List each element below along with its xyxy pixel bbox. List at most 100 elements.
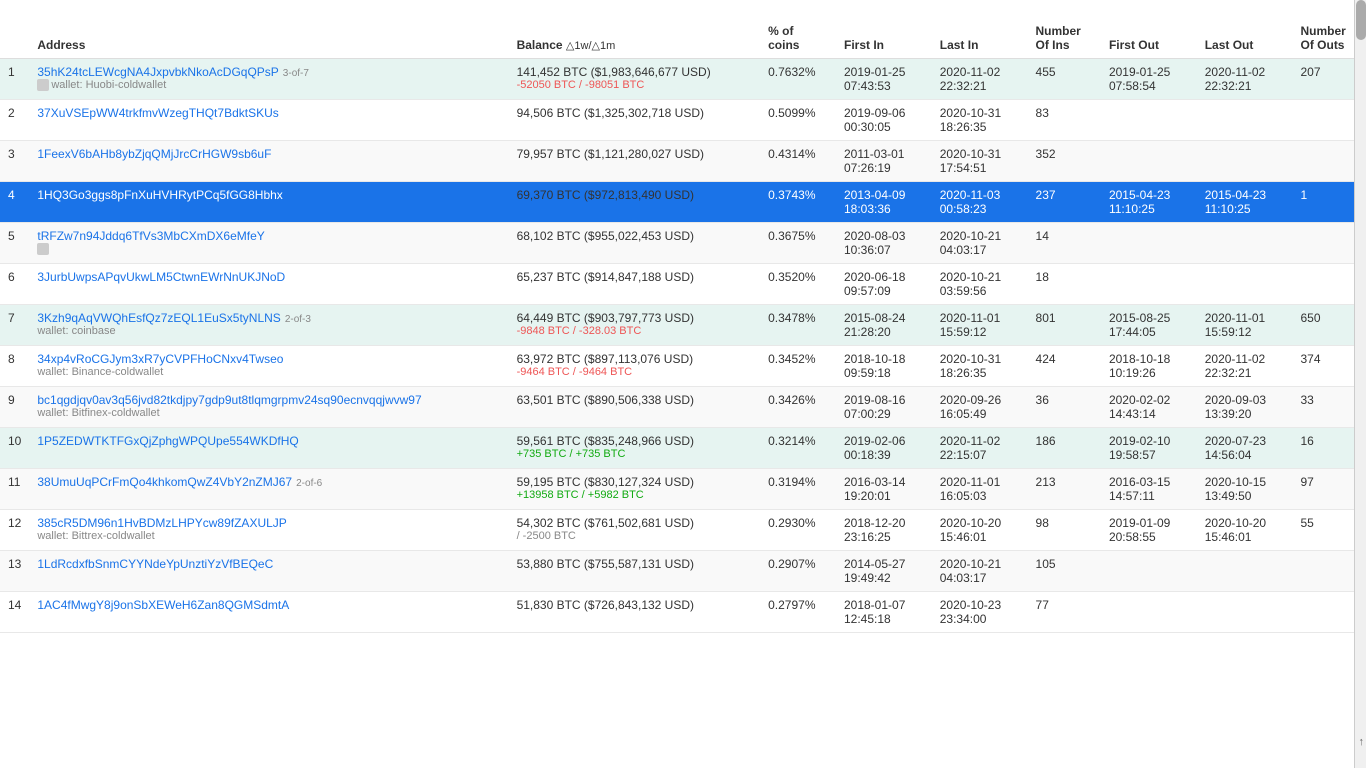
- first-out-cell: [1101, 223, 1197, 264]
- first-in-cell: 2019-02-0600:18:39: [836, 428, 932, 469]
- balance-change: -9848 BTC / -328.03 BTC: [517, 325, 753, 337]
- richest-addresses-table: Address Balance △1w/△1m % ofcoins First …: [0, 18, 1366, 633]
- address-link[interactable]: 3JurbUwpsAPqvUkwLM5CtwnEWrNnUKJNoD: [37, 270, 285, 284]
- balance-change: +735 BTC / +735 BTC: [517, 448, 753, 460]
- balance-btc: 63,501 BTC ($890,506,338 USD): [517, 393, 753, 407]
- first-in-cell: 2018-01-0712:45:18: [836, 592, 932, 633]
- row-number: 8: [0, 346, 29, 387]
- balance-change: +13958 BTC / +5982 BTC: [517, 489, 753, 501]
- first-out-cell: 2015-08-2517:44:05: [1101, 305, 1197, 346]
- first-out-cell: 2016-03-1514:57:11: [1101, 469, 1197, 510]
- num-ins-cell: 105: [1028, 551, 1101, 592]
- address-cell: 3JurbUwpsAPqvUkwLM5CtwnEWrNnUKJNoD: [29, 264, 508, 305]
- address-cell: 385cR5DM96n1HvBDMzLHPYcw89fZAXULJPwallet…: [29, 510, 508, 551]
- address-link[interactable]: 1P5ZEDWTKTFGxQjZphgWPQUpe554WKDfHQ: [37, 434, 298, 448]
- row-number: 1: [0, 59, 29, 100]
- first-in-cell: 2015-08-2421:28:20: [836, 305, 932, 346]
- row-number: 5: [0, 223, 29, 264]
- first-in-cell: 2018-10-1809:59:18: [836, 346, 932, 387]
- balance-cell: 63,972 BTC ($897,113,076 USD)-9464 BTC /…: [509, 346, 761, 387]
- row-number: 14: [0, 592, 29, 633]
- first-out-cell: [1101, 100, 1197, 141]
- row-number: 13: [0, 551, 29, 592]
- balance-change: / -2500 BTC: [517, 530, 753, 542]
- pct-cell: 0.3194%: [760, 469, 836, 510]
- wallet-icon-only: [37, 243, 500, 255]
- num-ins-cell: 455: [1028, 59, 1101, 100]
- table-row: 237XuVSEpWW4trkfmvWzegTHQt7BdktSKUs94,50…: [0, 100, 1366, 141]
- last-in-cell: 2020-11-0300:58:23: [932, 182, 1028, 223]
- address-link[interactable]: 1LdRcdxfbSnmCYYNdeYpUnztiYzVfBEQeC: [37, 557, 273, 571]
- row-number: 9: [0, 387, 29, 428]
- pct-cell: 0.3675%: [760, 223, 836, 264]
- first-out-cell: [1101, 264, 1197, 305]
- first-out-cell: 2015-04-2311:10:25: [1101, 182, 1197, 223]
- balance-cell: 79,957 BTC ($1,121,280,027 USD): [509, 141, 761, 182]
- last-in-cell: 2020-10-2104:03:17: [932, 223, 1028, 264]
- first-in-cell: 2019-01-2507:43:53: [836, 59, 932, 100]
- last-out-cell: 2020-11-0115:59:12: [1197, 305, 1293, 346]
- balance-cell: 63,501 BTC ($890,506,338 USD): [509, 387, 761, 428]
- first-out-cell: 2019-02-1019:58:57: [1101, 428, 1197, 469]
- address-link[interactable]: 35hK24tcLEWcgNA4JxpvbkNkoAcDGqQPsP: [37, 65, 278, 79]
- num-ins-cell: 352: [1028, 141, 1101, 182]
- address-link[interactable]: 3Kzh9qAqVWQhEsfQz7zEQL1EuSx5tyNLNS: [37, 311, 280, 325]
- col-address: Address: [29, 18, 508, 59]
- last-out-cell: [1197, 264, 1293, 305]
- last-in-cell: 2020-10-3118:26:35: [932, 100, 1028, 141]
- scroll-up-button[interactable]: ↑: [1359, 736, 1365, 748]
- address-link[interactable]: bc1qgdjqv0av3q56jvd82tkdjpy7gdp9ut8tlqmg…: [37, 393, 421, 407]
- address-cell: 1P5ZEDWTKTFGxQjZphgWPQUpe554WKDfHQ: [29, 428, 508, 469]
- pct-cell: 0.4314%: [760, 141, 836, 182]
- col-num: [0, 18, 29, 59]
- num-ins-cell: 424: [1028, 346, 1101, 387]
- row-number: 4: [0, 182, 29, 223]
- address-cell: 37XuVSEpWW4trkfmvWzegTHQt7BdktSKUs: [29, 100, 508, 141]
- address-link[interactable]: 1AC4fMwgY8j9onSbXEWeH6Zan8QGMSdmtA: [37, 598, 289, 612]
- num-ins-cell: 186: [1028, 428, 1101, 469]
- scrollbar[interactable]: [1354, 0, 1366, 768]
- first-out-cell: [1101, 592, 1197, 633]
- address-cell: 1LdRcdxfbSnmCYYNdeYpUnztiYzVfBEQeC: [29, 551, 508, 592]
- num-ins-cell: 36: [1028, 387, 1101, 428]
- pct-cell: 0.3743%: [760, 182, 836, 223]
- first-in-cell: 2016-03-1419:20:01: [836, 469, 932, 510]
- last-in-cell: 2020-11-0116:05:03: [932, 469, 1028, 510]
- row-number: 3: [0, 141, 29, 182]
- pct-cell: 0.5099%: [760, 100, 836, 141]
- address-cell: 38UmuUqPCrFmQo4khkomQwZ4VbY2nZMJ672-of-6: [29, 469, 508, 510]
- address-link[interactable]: tRFZw7n94Jddq6TfVs3MbCXmDX6eMfeY: [37, 229, 264, 243]
- table-wrapper: Address Balance △1w/△1m % ofcoins First …: [0, 18, 1366, 633]
- num-ins-cell: 14: [1028, 223, 1101, 264]
- first-in-cell: 2013-04-0918:03:36: [836, 182, 932, 223]
- address-link[interactable]: 38UmuUqPCrFmQo4khkomQwZ4VbY2nZMJ67: [37, 475, 292, 489]
- table-row: 14 1AC4fMwgY8j9onSbXEWeH6Zan8QGMSdmtA 51,8…: [0, 592, 1366, 633]
- first-in-cell: 2018-12-2023:16:25: [836, 510, 932, 551]
- col-first-out: First Out: [1101, 18, 1197, 59]
- pct-cell: 0.3478%: [760, 305, 836, 346]
- balance-cell: 59,195 BTC ($830,127,324 USD)+13958 BTC …: [509, 469, 761, 510]
- address-cell: bc1qgdjqv0av3q56jvd82tkdjpy7gdp9ut8tlqmg…: [29, 387, 508, 428]
- balance-cell: 69,370 BTC ($972,813,490 USD): [509, 182, 761, 223]
- wallet-label: wallet: coinbase: [37, 325, 500, 337]
- address-link[interactable]: 385cR5DM96n1HvBDMzLHPYcw89fZAXULJP: [37, 516, 286, 530]
- address-link[interactable]: 1HQ3Go3ggs8pFnXuHVHRytPCq5fGG8Hbhx: [37, 188, 282, 202]
- row-number: 7: [0, 305, 29, 346]
- num-ins-cell: 213: [1028, 469, 1101, 510]
- table-row: 131LdRcdxfbSnmCYYNdeYpUnztiYzVfBEQeC53,8…: [0, 551, 1366, 592]
- balance-btc: 51,830 BTC ($726,843,132 USD): [517, 598, 753, 612]
- pct-cell: 0.7632%: [760, 59, 836, 100]
- first-out-cell: 2019-01-0920:58:55: [1101, 510, 1197, 551]
- pct-cell: 0.2907%: [760, 551, 836, 592]
- address-link[interactable]: 37XuVSEpWW4trkfmvWzegTHQt7BdktSKUs: [37, 106, 278, 120]
- first-out-cell: 2020-02-0214:43:14: [1101, 387, 1197, 428]
- address-link[interactable]: 1FeexV6bAHb8ybZjqQMjJrcCrHGW9sb6uF: [37, 147, 271, 161]
- balance-btc: 141,452 BTC ($1,983,646,677 USD): [517, 65, 753, 79]
- row-number: 12: [0, 510, 29, 551]
- first-in-cell: 2014-05-2719:49:42: [836, 551, 932, 592]
- balance-btc: 54,302 BTC ($761,502,681 USD): [517, 516, 753, 530]
- address-link[interactable]: 34xp4vRoCGJym3xR7yCVPFHoCNxv4Twseo: [37, 352, 283, 366]
- scrollbar-thumb[interactable]: [1356, 0, 1366, 40]
- last-out-cell: [1197, 223, 1293, 264]
- balance-cell: 141,452 BTC ($1,983,646,677 USD)-52050 B…: [509, 59, 761, 100]
